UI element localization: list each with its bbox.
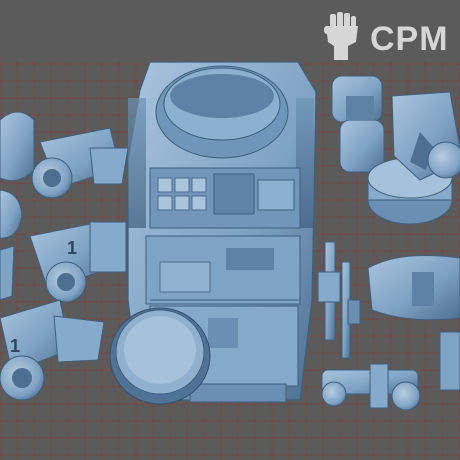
viewport-canvas: 1 1 (0, 60, 460, 460)
cpm-watermark: CPM (318, 12, 453, 62)
watermark-text: CPM (370, 20, 449, 58)
right-armour-parts (331, 75, 460, 225)
left-armour-parts: 1 1 (0, 111, 129, 401)
chapter-decal-1: 1 (67, 238, 77, 258)
chapter-decal-2: 1 (10, 336, 20, 356)
3d-model-viewport: 1 1 CPM (0, 0, 460, 460)
round-hatch-model (109, 307, 211, 405)
raised-fist-icon (324, 12, 358, 60)
weapon-parts (317, 241, 460, 411)
